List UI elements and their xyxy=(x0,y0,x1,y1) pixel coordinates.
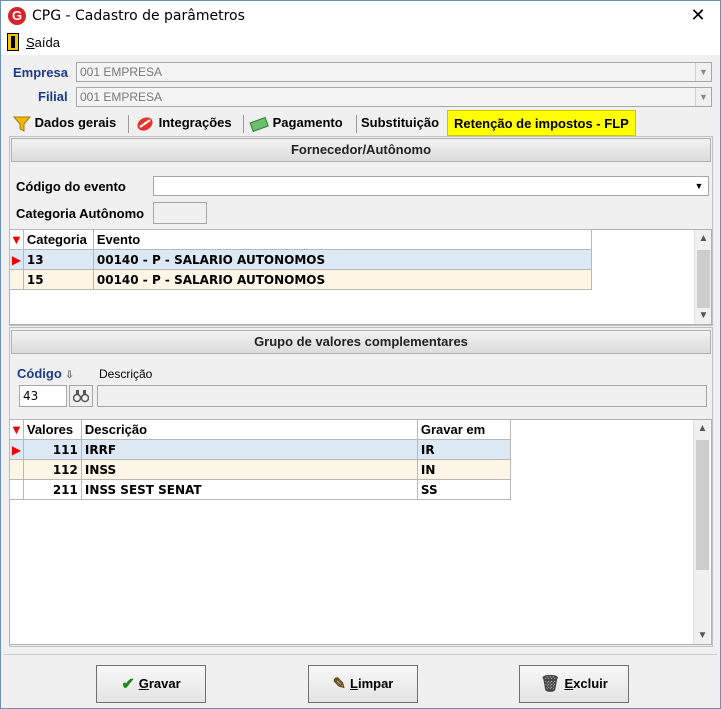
chevron-down-icon[interactable]: ▼ xyxy=(695,88,711,106)
cell-gravar-em[interactable]: SS xyxy=(416,479,512,500)
grupo-grid: ▼ Valores Descrição Gravar em ▶ 111 IRRF… xyxy=(9,419,512,500)
descricao-field xyxy=(97,385,707,407)
eraser-icon: ✎ xyxy=(332,675,347,693)
row-pointer-icon: ▶ xyxy=(9,439,24,460)
cell-descricao[interactable]: INSS xyxy=(80,459,418,480)
filial-value: 001 EMPRESA xyxy=(80,90,163,104)
fornecedor-header: Fornecedor/Autônomo xyxy=(11,138,711,162)
tab-separator xyxy=(243,115,244,133)
cell-valor[interactable]: 211 xyxy=(22,479,82,500)
cell-gravar-em[interactable]: IR xyxy=(416,439,512,460)
excluir-button[interactable]: 🗑 Excluir xyxy=(519,665,629,703)
gravar-button[interactable]: ✔ Gravar xyxy=(96,665,206,703)
column-header-gravar-em[interactable]: Gravar em xyxy=(416,419,512,440)
money-icon xyxy=(249,116,269,132)
menu-exit[interactable]: Saída xyxy=(26,35,60,50)
cell-evento[interactable]: 00140 - P - SALARIO AUTONOMOS xyxy=(92,249,593,270)
cell-descricao[interactable]: INSS SEST SENAT xyxy=(80,479,418,500)
app-logo-icon: G xyxy=(8,7,26,25)
column-header-evento[interactable]: Evento xyxy=(92,229,593,250)
column-header-valores[interactable]: Valores xyxy=(22,419,82,440)
chevron-down-icon[interactable]: ▼ xyxy=(691,178,707,194)
tab-retencao-impostos[interactable]: Retenção de impostos - FLP xyxy=(447,110,636,136)
scroll-down-icon[interactable]: ▼ xyxy=(694,627,711,644)
tab-separator xyxy=(128,115,129,133)
scroll-thumb[interactable] xyxy=(696,440,709,570)
limpar-button[interactable]: ✎ Limpar xyxy=(308,665,418,703)
trash-icon: 🗑 xyxy=(540,675,561,693)
binoculars-icon xyxy=(72,390,90,403)
scroll-up-icon[interactable]: ▲ xyxy=(694,420,711,437)
close-button[interactable]: ✕ xyxy=(688,5,708,25)
integration-icon xyxy=(137,117,153,131)
tab-integracoes[interactable]: Integrações xyxy=(135,110,232,136)
categoria-autonomo-label: Categoria Autônomo xyxy=(16,206,145,221)
table-row[interactable]: 112 INSS IN xyxy=(9,459,512,480)
chevron-down-icon[interactable]: ▼ xyxy=(695,63,711,81)
main-window: G CPG - Cadastro de parâmetros ✕ Saída E… xyxy=(0,0,721,709)
exit-door-icon[interactable] xyxy=(7,33,19,51)
sort-arrow-icon: ⇩ xyxy=(65,370,74,381)
search-binoculars-button[interactable] xyxy=(69,385,93,407)
tab-dados-gerais[interactable]: Dados gerais xyxy=(13,110,116,136)
cell-categoria[interactable]: 13 xyxy=(22,249,94,270)
tab-bar: Dados gerais Integrações Pagamento Subst… xyxy=(9,110,713,136)
table-row[interactable]: ▶ 13 00140 - P - SALARIO AUTONOMOS xyxy=(9,249,593,270)
grupo-header: Grupo de valores complementares xyxy=(11,330,711,354)
codigo-label[interactable]: Código ⇩ xyxy=(17,366,74,381)
window-title: CPG - Cadastro de parâmetros xyxy=(32,8,245,24)
sort-indicator-icon[interactable]: ▼ xyxy=(9,419,24,440)
column-header-categoria[interactable]: Categoria xyxy=(22,229,94,250)
table-row[interactable]: 15 00140 - P - SALARIO AUTONOMOS xyxy=(9,269,593,290)
scroll-down-icon[interactable]: ▼ xyxy=(695,307,712,324)
scroll-thumb[interactable] xyxy=(697,250,710,308)
cell-gravar-em[interactable]: IN xyxy=(416,459,512,480)
cell-evento[interactable]: 00140 - P - SALARIO AUTONOMOS xyxy=(92,269,593,290)
cell-descricao[interactable]: IRRF xyxy=(80,439,418,460)
title-bar: G CPG - Cadastro de parâmetros ✕ xyxy=(1,1,720,31)
descricao-label: Descrição xyxy=(99,367,153,381)
tab-separator xyxy=(356,115,357,133)
filial-select[interactable]: 001 EMPRESA ▼ xyxy=(76,87,712,107)
empresa-value: 001 EMPRESA xyxy=(80,65,163,79)
funnel-icon xyxy=(13,116,31,132)
fornecedor-scrollbar[interactable]: ▲ ▼ xyxy=(694,230,711,324)
tab-substituicao[interactable]: Substituição xyxy=(361,110,439,136)
empresa-label: Empresa xyxy=(13,65,68,80)
codigo-evento-select[interactable]: ▼ xyxy=(153,176,709,196)
cell-valor[interactable]: 111 xyxy=(22,439,82,460)
cell-categoria[interactable]: 15 xyxy=(22,269,94,290)
fornecedor-grid: ▼ Categoria Evento ▶ 13 00140 - P - SALA… xyxy=(9,229,593,290)
row-pointer-icon: ▶ xyxy=(9,249,24,270)
sort-indicator-icon[interactable]: ▼ xyxy=(9,229,24,250)
menu-bar: Saída xyxy=(1,31,720,55)
categoria-autonomo-field[interactable] xyxy=(153,202,207,224)
codigo-evento-label: Código do evento xyxy=(16,179,126,194)
checkmark-icon: ✔ xyxy=(121,675,135,693)
scroll-up-icon[interactable]: ▲ xyxy=(695,230,712,247)
grupo-scrollbar[interactable]: ▲ ▼ xyxy=(693,420,710,644)
codigo-input[interactable]: 43 xyxy=(19,385,67,407)
empresa-select[interactable]: 001 EMPRESA ▼ xyxy=(76,62,712,82)
filial-label: Filial xyxy=(38,89,68,104)
column-header-descricao[interactable]: Descrição xyxy=(80,419,418,440)
table-row[interactable]: 211 INSS SEST SENAT SS xyxy=(9,479,512,500)
cell-valor[interactable]: 112 xyxy=(22,459,82,480)
tab-pagamento[interactable]: Pagamento xyxy=(249,110,343,136)
divider xyxy=(4,654,717,655)
table-row[interactable]: ▶ 111 IRRF IR xyxy=(9,439,512,460)
